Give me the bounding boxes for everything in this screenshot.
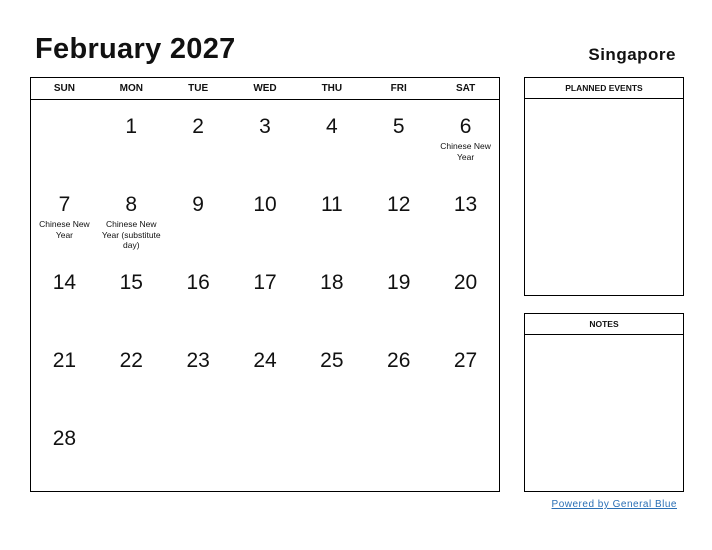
day-cell: 26 <box>365 334 432 412</box>
weekday-sat: SAT <box>455 83 476 94</box>
day-number: 11 <box>320 193 343 216</box>
day-number: 5 <box>392 115 405 138</box>
day-number: 2 <box>192 115 204 138</box>
notes-panel: NOTES <box>524 313 684 492</box>
day-cell: 2 <box>165 100 232 178</box>
day-cell <box>31 100 98 178</box>
planned-events-panel: PLANNED EVENTS <box>524 77 684 296</box>
day-cell: 17 <box>232 256 299 334</box>
notes-heading: NOTES <box>525 314 683 335</box>
day-cell: 6 Chinese New Year <box>432 100 499 178</box>
day-cell: 20 <box>432 256 499 334</box>
day-cell: 28 <box>31 412 98 490</box>
day-cell <box>432 412 499 490</box>
day-cell: 8 Chinese New Year (substitute day) <box>98 178 165 256</box>
holiday-label: Chinese New Year <box>39 219 90 240</box>
day-cell: 21 <box>31 334 98 412</box>
weekday-tue: TUE <box>188 83 209 94</box>
planned-events-heading: PLANNED EVENTS <box>525 78 683 99</box>
day-number: 18 <box>320 271 344 294</box>
day-cell: 12 <box>365 178 432 256</box>
weekday-mon: MON <box>119 83 143 94</box>
day-cell: 9 <box>165 178 232 256</box>
day-number: 3 <box>259 115 271 138</box>
day-number: 14 <box>52 271 77 294</box>
day-number: 13 <box>453 193 478 216</box>
day-number: 8 <box>125 193 138 216</box>
day-cell: 27 <box>432 334 499 412</box>
day-number: 22 <box>119 349 143 372</box>
day-number: 12 <box>387 193 411 216</box>
day-number: 4 <box>326 115 338 138</box>
weekday-wed: WED <box>253 83 277 94</box>
day-number: 20 <box>453 271 478 294</box>
day-number: 28 <box>52 427 77 450</box>
weekday-sun: SUN <box>53 83 75 94</box>
day-cell <box>165 412 232 490</box>
day-number: 19 <box>387 271 411 294</box>
day-cell <box>98 412 165 490</box>
day-cell: 3 <box>232 100 299 178</box>
day-cell: 24 <box>232 334 299 412</box>
day-cell: 1 <box>98 100 165 178</box>
day-number: 24 <box>253 349 277 372</box>
holiday-label: Chinese New Year <box>440 141 491 162</box>
day-number: 9 <box>192 193 204 216</box>
day-cell <box>365 412 432 490</box>
day-cell: 4 <box>298 100 365 178</box>
day-number: 7 <box>58 193 71 216</box>
day-cell: 5 <box>365 100 432 178</box>
day-cell <box>298 412 365 490</box>
weekday-thu: THU <box>321 83 343 94</box>
day-cell: 10 <box>232 178 299 256</box>
day-number: 25 <box>320 349 344 372</box>
day-number: 26 <box>387 349 411 372</box>
day-number: 15 <box>119 271 143 294</box>
day-cell: 18 <box>298 256 365 334</box>
day-number: 23 <box>186 349 210 372</box>
day-cell <box>232 412 299 490</box>
day-cell: 11 <box>298 178 365 256</box>
day-number: 6 <box>459 115 472 138</box>
day-cell: 19 <box>365 256 432 334</box>
holiday-label: Chinese New Year (substitute day) <box>101 219 161 250</box>
day-cell: 15 <box>98 256 165 334</box>
day-cell: 23 <box>165 334 232 412</box>
day-cell: 25 <box>298 334 365 412</box>
day-number: 27 <box>453 349 478 372</box>
powered-by-link[interactable]: Powered by General Blue <box>552 499 677 510</box>
day-number: 10 <box>253 193 277 216</box>
country-label: Singapore <box>588 45 676 64</box>
weekday-header: SUN MON TUE WED THU FRI SAT <box>31 78 499 100</box>
weekday-fri: FRI <box>390 83 407 94</box>
calendar-days: 1 2 3 4 5 6 Chinese New Year 7 Chinese New Year 8… <box>31 100 499 490</box>
day-cell: 16 <box>165 256 232 334</box>
day-cell: 13 <box>432 178 499 256</box>
day-cell: 14 <box>31 256 98 334</box>
day-number: 17 <box>253 271 277 294</box>
page-title: February 2027 <box>35 33 236 65</box>
day-cell: 22 <box>98 334 165 412</box>
day-number: 21 <box>52 349 77 372</box>
calendar-grid: SUN MON TUE WED THU FRI SAT 1 2 3 4 5 6 Chinese New … <box>30 77 500 492</box>
day-number: 16 <box>186 271 210 294</box>
day-number: 1 <box>125 115 138 138</box>
day-cell: 7 Chinese New Year <box>31 178 98 256</box>
